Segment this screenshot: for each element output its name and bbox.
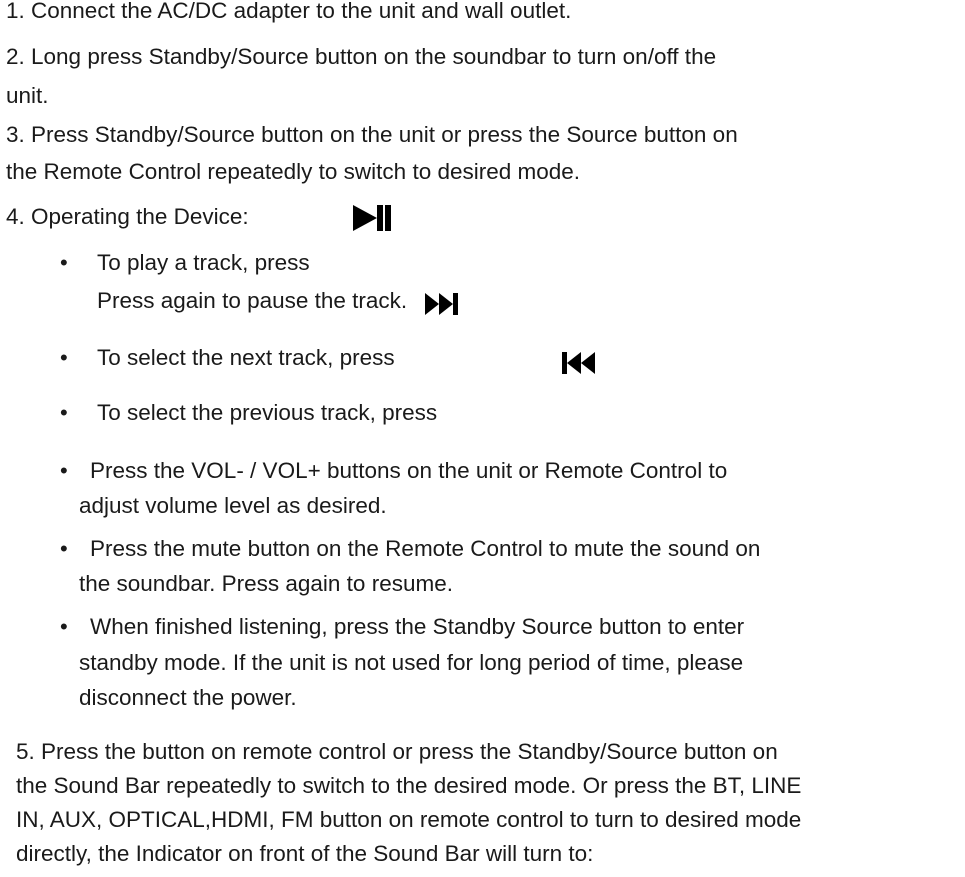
previous-track-icon [562,352,595,374]
bullet-1-line-2: Press again to pause the track. [97,288,408,313]
play-pause-icon [353,205,391,231]
step-5-line-4: directly, the Indicator on front of the … [16,841,594,866]
bullet-6-line-2: standby mode. If the unit is not used fo… [79,650,744,675]
bullet-2-marker: • [60,345,68,370]
bullet-5-marker: • [60,536,68,561]
bullet-3-marker: • [60,400,68,425]
bullet-3-text: To select the previous track, press [97,400,438,425]
bullet-6-marker: • [60,614,68,639]
step-4: 4. Operating the Device: [6,204,249,229]
bullet-1-marker: • [60,250,68,275]
bullet-4-line-1: Press the VOL- / VOL+ buttons on the uni… [90,458,728,483]
step-2-line-2: unit. [6,83,49,108]
next-track-icon [425,293,458,315]
bullet-4-marker: • [60,458,68,483]
document-page: { "steps": { "s1": "1. Connect the AC/DC… [0,0,965,877]
bullet-1-line-1: To play a track, press [97,250,310,275]
step-1: 1. Connect the AC/DC adapter to the unit… [6,0,572,23]
bullet-5-line-1: Press the mute button on the Remote Cont… [90,536,761,561]
step-2-line-1: 2. Long press Standby/Source button on t… [6,44,717,69]
bullet-6-line-3: disconnect the power. [79,685,297,710]
step-5-line-3: IN, AUX, OPTICAL,HDMI, FM button on remo… [16,807,802,832]
bullet-5-line-2: the soundbar. Press again to resume. [79,571,453,596]
step-5-line-1: 5. Press the button on remote control or… [16,739,778,764]
step-3-line-2: the Remote Control repeatedly to switch … [6,159,581,184]
step-5-line-2: the Sound Bar repeatedly to switch to th… [16,773,802,798]
bullet-2-text: To select the next track, press [97,345,395,370]
bullet-6-line-1: When finished listening, press the Stand… [90,614,745,639]
bullet-4-line-2: adjust volume level as desired. [79,493,387,518]
step-3-line-1: 3. Press Standby/Source button on the un… [6,122,738,147]
